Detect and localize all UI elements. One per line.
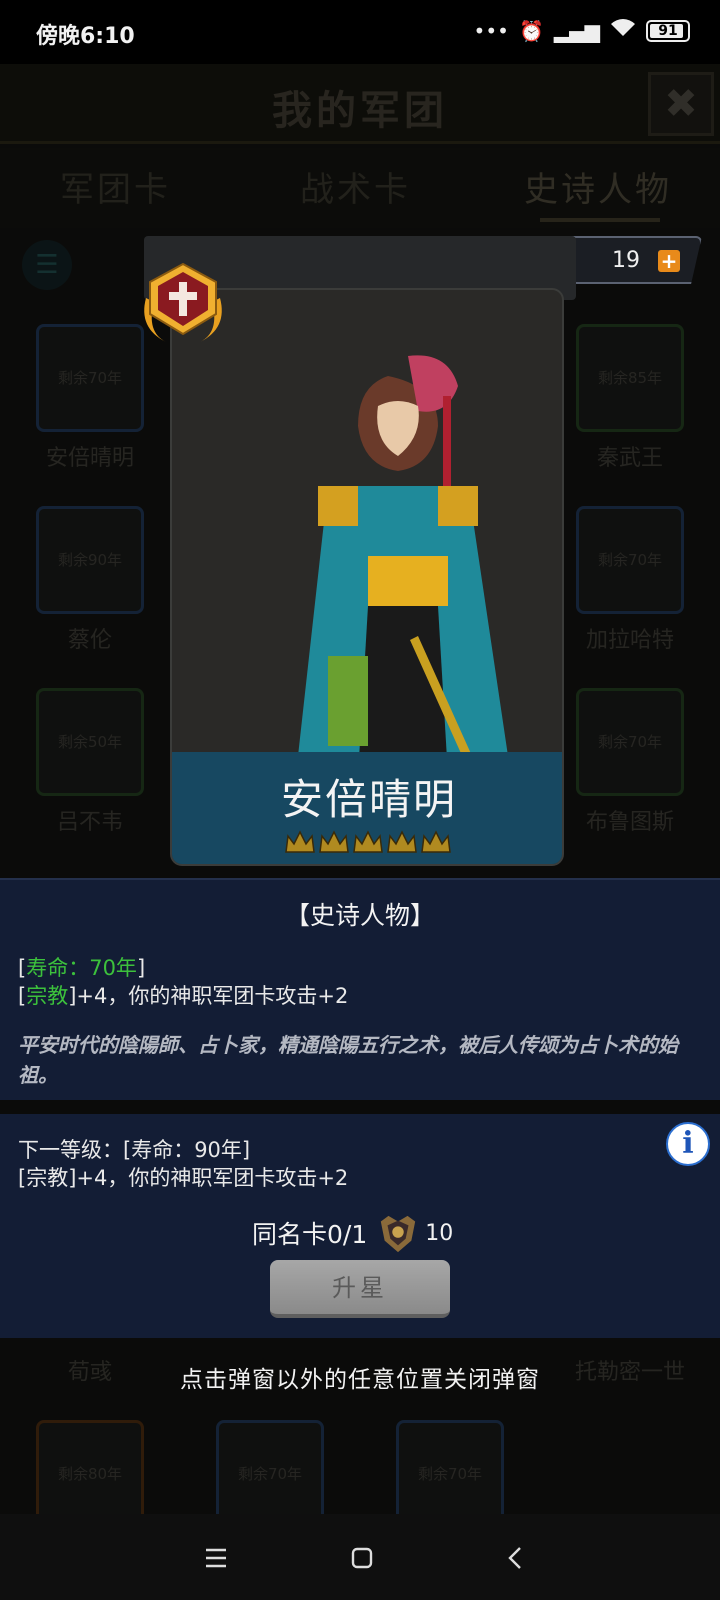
status-time: 傍晚6:10 <box>36 24 135 49</box>
next-level-line: 下一等级：[寿命：90年] <box>18 1138 251 1162</box>
crown-icon <box>353 830 383 853</box>
star-rating <box>284 830 452 856</box>
menu-icon[interactable] <box>196 1538 236 1578</box>
religion-tag: 宗教 <box>26 984 69 1008</box>
lifespan-line: [寿命：70年] <box>18 952 145 982</box>
hero-name: 安倍晴明 <box>280 775 457 824</box>
same-card-label: 同名卡0/1 <box>252 1220 368 1249</box>
info-heading: 【史诗人物】 <box>284 901 435 930</box>
signal-hd-icon: ▂▄▆ <box>553 18 600 43</box>
crown-icon <box>387 830 417 853</box>
info-icon[interactable]: i <box>666 1122 710 1166</box>
add-medal-button[interactable]: + <box>658 250 680 272</box>
bracket: ] <box>136 956 146 980</box>
medal-count: 19 <box>612 248 640 273</box>
status-bar: 傍晚6:10 ••• ⏰ ▂▄▆ 91 <box>0 0 720 64</box>
upgrade-star-button[interactable]: 升星 <box>270 1260 450 1318</box>
battery-level: 91 <box>658 22 678 39</box>
wifi-icon <box>610 18 636 43</box>
hero-card: 安倍晴明 <box>170 288 564 866</box>
upgrade-cost: 10 <box>425 1220 454 1246</box>
bracket: [ <box>18 984 27 1008</box>
religion-line: [宗教]+4，你的神职军团卡攻击+2 <box>18 980 348 1010</box>
lifespan-value: 寿命：70年 <box>26 956 137 980</box>
dots-icon: ••• <box>473 18 509 43</box>
navigation-bar <box>0 1514 720 1600</box>
hero-description: 平安时代的陰陽師、占卜家，精通陰陽五行之术，被后人传颂为占卜术的始祖。 <box>18 1033 678 1087</box>
info-panel: 【史诗人物】 [寿命：70年] [宗教]+4，你的神职军团卡攻击+2 平安时代的… <box>0 878 720 1100</box>
back-icon[interactable] <box>496 1538 536 1578</box>
alarm-icon: ⏰ <box>518 18 544 43</box>
religion-effect: ]+4，你的神职军团卡攻击+2 <box>68 984 349 1008</box>
next-effect-line: [宗教]+4，你的神职军团卡攻击+2 <box>18 1166 349 1190</box>
bracket: [ <box>18 956 27 980</box>
hero-name-band: 安倍晴明 <box>172 752 562 864</box>
same-card-row: 同名卡0/1 10 <box>252 1212 453 1254</box>
crown-icon <box>421 830 451 853</box>
dismiss-hint: 点击弹窗以外的任意位置关闭弹窗 <box>180 1367 540 1393</box>
religion-emblem-icon <box>144 262 222 342</box>
battery-icon: 91 <box>646 19 690 42</box>
crown-icon <box>285 830 315 853</box>
crown-icon <box>319 830 349 853</box>
medal-icon <box>381 1215 416 1253</box>
status-icons: ••• ⏰ ▂▄▆ 91 <box>474 18 690 43</box>
home-icon[interactable] <box>342 1538 382 1578</box>
